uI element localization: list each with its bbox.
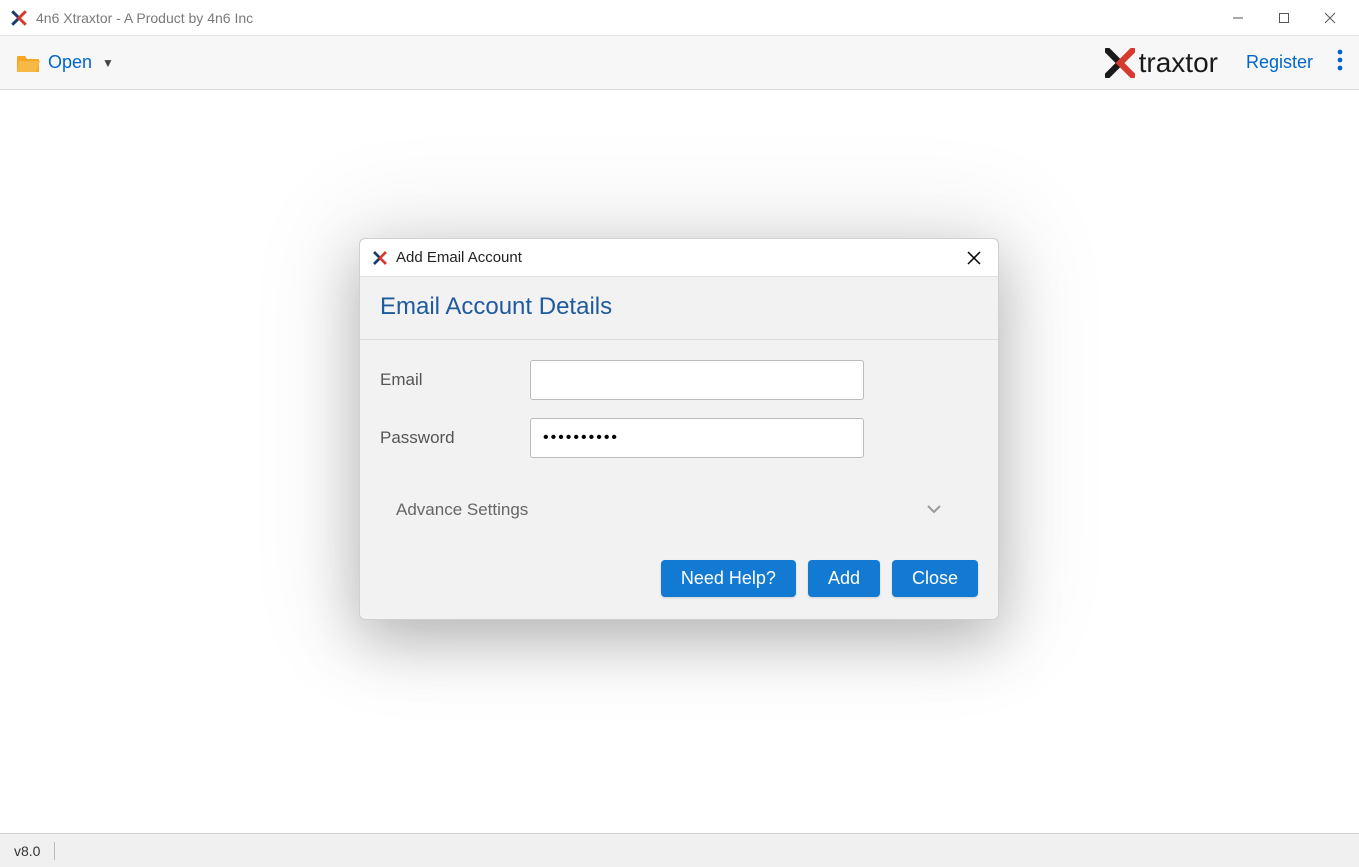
open-label: Open [48,52,92,73]
dialog-close-button[interactable] [962,246,986,270]
product-logo: traxtor [1105,47,1218,79]
dialog-header: Email Account Details [360,277,998,340]
need-help-button[interactable]: Need Help? [661,560,796,597]
main-toolbar: Open ▼ traxtor Register [0,36,1359,90]
minimize-button[interactable] [1215,2,1261,34]
folder-icon [16,53,40,73]
dialog-title: Add Email Account [396,249,962,266]
email-input[interactable] [530,360,864,400]
caret-down-icon: ▼ [102,56,114,70]
status-bar: v8.0 [0,833,1359,867]
app-icon [10,9,28,27]
add-button[interactable]: Add [808,560,880,597]
window-titlebar: 4n6 Xtraxtor - A Product by 4n6 Inc [0,0,1359,36]
window-title: 4n6 Xtraxtor - A Product by 4n6 Inc [36,10,1215,26]
close-window-button[interactable] [1307,2,1353,34]
password-row: Password [380,418,978,458]
advance-settings-label: Advance Settings [396,500,926,520]
version-label: v8.0 [14,843,40,859]
dialog-heading: Email Account Details [380,293,978,321]
maximize-button[interactable] [1261,2,1307,34]
logo-x-icon [1105,48,1135,78]
password-input[interactable] [530,418,864,458]
advance-settings-toggle[interactable]: Advance Settings [380,476,978,534]
more-menu-button[interactable] [1337,49,1343,76]
logo-text: traxtor [1139,47,1218,79]
email-label: Email [380,370,530,390]
add-email-account-dialog: Add Email Account Email Account Details … [359,238,999,620]
dialog-footer: Need Help? Add Close [360,544,998,619]
window-controls [1215,2,1353,34]
dialog-titlebar: Add Email Account [360,239,998,277]
chevron-down-icon [926,501,942,519]
email-row: Email [380,360,978,400]
main-content: Add Email Account Email Account Details … [0,90,1359,833]
register-link[interactable]: Register [1246,52,1313,73]
dialog-body: Email Password Advance Settings [360,340,998,544]
close-button[interactable]: Close [892,560,978,597]
open-button[interactable]: Open ▼ [16,52,114,73]
dialog-icon [372,250,388,266]
password-label: Password [380,428,530,448]
status-divider [54,842,55,860]
